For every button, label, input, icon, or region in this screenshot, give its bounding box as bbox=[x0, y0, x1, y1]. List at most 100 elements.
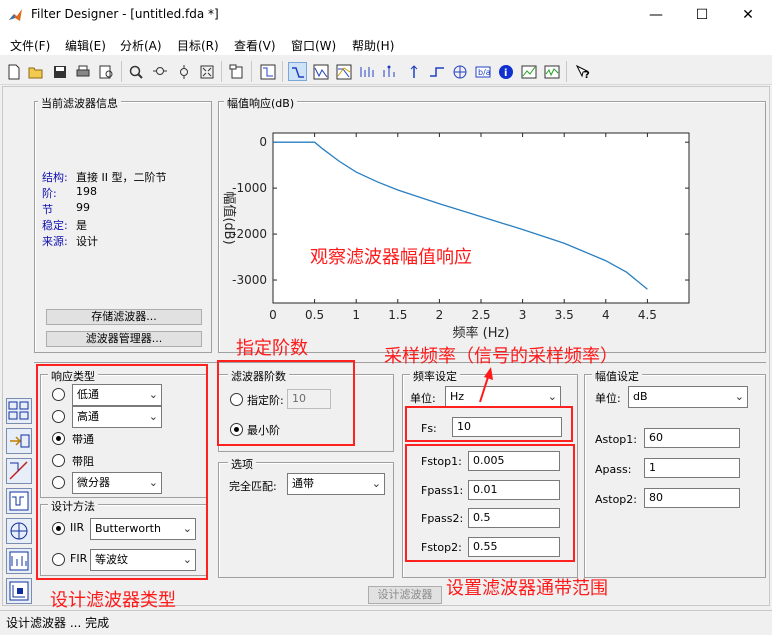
toolbar-separator bbox=[251, 61, 252, 82]
close-button[interactable]: ✕ bbox=[725, 0, 771, 31]
multirate-icon[interactable] bbox=[6, 548, 32, 574]
info-key-stable: 稳定: bbox=[42, 219, 68, 232]
frequency-spec-title: 频率设定 bbox=[410, 368, 460, 384]
x-tick-label: 3.5 bbox=[555, 308, 574, 322]
open-icon[interactable] bbox=[26, 62, 45, 81]
info-value-sections: 99 bbox=[76, 201, 90, 214]
info-key-sections: 节 bbox=[42, 203, 53, 216]
toolbar-separator bbox=[121, 61, 122, 82]
quantization-icon[interactable] bbox=[6, 488, 32, 514]
astop1-input[interactable]: 60 bbox=[644, 428, 740, 448]
svg-text:?: ? bbox=[584, 70, 590, 80]
toolbar-separator bbox=[566, 61, 567, 82]
y-tick-label: -2000 bbox=[232, 227, 267, 241]
y-tick-label: -1000 bbox=[232, 181, 267, 195]
x-axis-label: 频率 (Hz) bbox=[453, 325, 510, 341]
window-title: Filter Designer - [untitled.fda *] bbox=[31, 7, 219, 21]
group-delay-icon[interactable] bbox=[357, 62, 376, 81]
y-tick-label: 0 bbox=[259, 135, 267, 149]
status-text: 设计滤波器 ... 完成 bbox=[6, 616, 110, 630]
current-filter-title: 当前滤波器信息 bbox=[38, 95, 121, 111]
info-icon[interactable]: i bbox=[496, 62, 515, 81]
info-value-source: 设计 bbox=[76, 235, 98, 248]
fs-annotation-box bbox=[405, 406, 573, 442]
info-key-structure: 结构: bbox=[42, 171, 68, 184]
freq-unit-select[interactable]: Hz ⌄ bbox=[445, 386, 561, 408]
magnitude-response-icon[interactable] bbox=[288, 62, 307, 81]
y-tick-label: -3000 bbox=[232, 273, 267, 287]
full-view-icon[interactable] bbox=[197, 62, 216, 81]
menu-edit[interactable]: 编辑(E) bbox=[65, 37, 106, 54]
match-exactly-select[interactable]: 通带 ⌄ bbox=[287, 473, 385, 495]
passband-annotation-box bbox=[405, 444, 575, 562]
x-tick-label: 3 bbox=[519, 308, 527, 322]
impulse-response-icon[interactable] bbox=[404, 62, 423, 81]
design-filter-mode-icon[interactable] bbox=[6, 398, 32, 424]
toolbar-separator bbox=[282, 61, 283, 82]
zoom-x-icon[interactable] bbox=[150, 62, 169, 81]
x-tick-label: 2.5 bbox=[471, 308, 490, 322]
fs-annotation-arrow bbox=[479, 367, 493, 403]
options-title: 选项 bbox=[228, 456, 256, 472]
x-tick-label: 4.5 bbox=[638, 308, 657, 322]
coefficients-icon[interactable]: b/a bbox=[473, 62, 492, 81]
magnitude-chart: 0 0.5 1 1.5 2 2.5 3 3.5 4 4.5 0 -1000 -2000 -3000 频率 (… bbox=[221, 132, 690, 341]
mag-phase-icon[interactable] bbox=[334, 62, 353, 81]
menu-analysis[interactable]: 分析(A) bbox=[120, 37, 162, 54]
match-exactly-label: 完全匹配: bbox=[229, 480, 277, 493]
print-icon[interactable] bbox=[73, 62, 92, 81]
step-response-icon[interactable] bbox=[427, 62, 446, 81]
mag-unit-select[interactable]: dB ⌄ bbox=[628, 386, 748, 408]
new-icon[interactable] bbox=[4, 62, 23, 81]
menu-view[interactable]: 查看(V) bbox=[234, 37, 276, 54]
print-preview-icon[interactable] bbox=[96, 62, 115, 81]
filter-specs-icon[interactable] bbox=[258, 62, 277, 81]
phase-delay-icon[interactable] bbox=[380, 62, 399, 81]
mag-unit-label: 单位: bbox=[595, 392, 621, 405]
x-tick-label: 0 bbox=[269, 308, 277, 322]
apass-input[interactable]: 1 bbox=[644, 458, 740, 478]
plot-annotation: 观察滤波器幅值响应 bbox=[310, 247, 472, 268]
maximize-button[interactable]: ☐ bbox=[679, 0, 725, 31]
pole-zero-icon[interactable] bbox=[450, 62, 469, 81]
phase-response-icon[interactable] bbox=[311, 62, 330, 81]
help-icon[interactable]: ? bbox=[573, 62, 592, 81]
apass-label: Apass: bbox=[595, 463, 632, 476]
zoom-in-icon[interactable] bbox=[126, 62, 145, 81]
design-filter-button[interactable]: 设计滤波器 bbox=[368, 586, 442, 604]
x-tick-label: 1 bbox=[352, 308, 360, 322]
info-value-order: 198 bbox=[76, 185, 97, 198]
type-annotation-box bbox=[36, 364, 208, 580]
x-tick-label: 2 bbox=[436, 308, 444, 322]
menu-window[interactable]: 窗口(W) bbox=[291, 37, 336, 54]
menu-help[interactable]: 帮助(H) bbox=[352, 37, 394, 54]
realize-model-icon[interactable] bbox=[6, 578, 32, 604]
filter-manager-button[interactable]: 滤波器管理器... bbox=[46, 331, 202, 347]
freq-unit-label: 单位: bbox=[410, 392, 436, 405]
menu-file[interactable]: 文件(F) bbox=[10, 37, 50, 54]
matlab-logo-icon bbox=[8, 8, 23, 23]
cost-icon[interactable] bbox=[519, 62, 538, 81]
save-icon[interactable] bbox=[50, 62, 69, 81]
menu-targets[interactable]: 目标(R) bbox=[177, 37, 219, 54]
transform-filter-icon[interactable] bbox=[6, 518, 32, 544]
svg-text:i: i bbox=[504, 68, 507, 79]
noise-icon[interactable] bbox=[542, 62, 561, 81]
astop2-input[interactable]: 80 bbox=[644, 488, 740, 508]
info-key-source: 来源: bbox=[42, 235, 68, 248]
astop2-label: Astop2: bbox=[595, 493, 637, 506]
svg-text:b/a: b/a bbox=[478, 68, 491, 77]
import-filter-icon[interactable] bbox=[6, 428, 32, 454]
minimize-button[interactable]: — bbox=[633, 0, 679, 31]
pole-zero-editor-icon[interactable] bbox=[6, 458, 32, 484]
info-key-order: 阶: bbox=[42, 187, 57, 200]
astop1-label: Astop1: bbox=[595, 433, 637, 446]
toolbar-separator bbox=[221, 61, 222, 82]
x-tick-label: 0.5 bbox=[305, 308, 324, 322]
magnitude-spec-title: 幅值设定 bbox=[592, 368, 642, 384]
store-filter-button[interactable]: 存储滤波器... bbox=[46, 309, 202, 325]
x-tick-label: 1.5 bbox=[388, 308, 407, 322]
new-figure-icon[interactable] bbox=[227, 62, 246, 81]
x-tick-label: 4 bbox=[602, 308, 610, 322]
zoom-y-icon[interactable] bbox=[174, 62, 193, 81]
